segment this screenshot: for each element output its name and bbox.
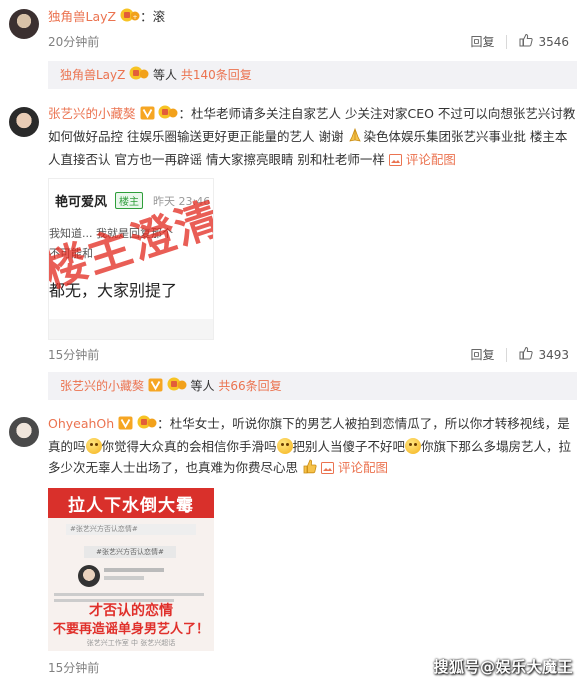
image-search-bar: #张艺兴方否认恋情# — [66, 524, 196, 535]
image-user-name: 艳可爱风 — [55, 195, 108, 210]
image-headline-1: 才否认的恋情 — [89, 603, 173, 619]
comment-body: OhyeahOh ：杜华女士，听说你旗下的男艺人被拍到恋情瓜了，所以你才转移视线… — [48, 413, 576, 480]
image-avatar — [78, 565, 100, 587]
image-footer-text: 张艺兴工作室 中 张艺兴超话 — [86, 639, 176, 647]
praying-hands-emoji-icon — [347, 127, 363, 149]
separator: ： — [140, 9, 153, 24]
separator: ： — [178, 106, 191, 121]
comment-body: 张艺兴的小藏獒 ：杜华老师请多关注自家艺人 少关注对家CEO 不过可以向想张艺兴… — [48, 103, 576, 172]
doubt-emoji-icon — [405, 438, 422, 454]
fan-badge-icon — [137, 414, 157, 436]
comment-picture-link[interactable]: 评论配图 — [406, 152, 456, 167]
username[interactable]: 张艺兴的小藏獒 — [48, 106, 136, 121]
picture-icon[interactable] — [320, 459, 334, 480]
avatar[interactable] — [9, 417, 39, 447]
comment-image[interactable]: 拉人下水倒大霉 #张艺兴方否认恋情# #张艺兴方否认恋情# 才否认的恋情 不要再… — [48, 488, 214, 651]
timestamp: 15分钟前 — [48, 661, 100, 675]
doubt-emoji-icon — [85, 438, 102, 454]
image-placeholder-line — [104, 576, 144, 580]
verified-v-icon — [118, 415, 133, 436]
thread-username[interactable]: 张艺兴的小藏獒 — [60, 379, 144, 393]
thread-username[interactable]: 独角兽LayZ — [60, 68, 125, 82]
comment-actions: 回复 3546 — [470, 33, 569, 50]
reply-thread-bar[interactable]: 张艺兴的小藏獒 等人 共66条回复 — [48, 372, 577, 400]
reply-button[interactable]: 回复 — [470, 346, 494, 363]
doubt-emoji-icon — [276, 438, 293, 454]
comment-text: 你觉得大众真的会相信你手滑吗 — [101, 439, 277, 454]
divider — [506, 34, 508, 49]
comment-image[interactable]: 艳可爱风 楼主 昨天 23:46 我知道... 我就是回复那个 不可能和 都无，… — [48, 178, 214, 340]
like-icon[interactable] — [519, 33, 534, 50]
verified-v-icon — [148, 374, 163, 402]
divider — [506, 347, 508, 362]
comment-text: 滚 — [152, 9, 166, 24]
image-banner-text: 拉人下水倒大霉 — [68, 496, 194, 516]
image-subtag: #张艺兴方否认恋情# — [84, 546, 176, 558]
comment-text: 把别人当傻子不好吧 — [292, 439, 406, 454]
fan-badge-icon — [167, 374, 187, 402]
thread-count[interactable]: 共140条回复 — [181, 68, 252, 82]
timestamp: 20分钟前 — [48, 35, 100, 49]
image-placeholder-line — [104, 568, 164, 572]
fan-badge-icon — [129, 63, 149, 91]
like-count: 3493 — [538, 347, 569, 362]
like-icon[interactable] — [519, 346, 534, 363]
thread-count[interactable]: 共66条回复 — [218, 379, 281, 393]
comment-picture-link[interactable]: 评论配图 — [338, 460, 388, 475]
comment-actions: 回复 3493 — [470, 346, 569, 363]
avatar[interactable] — [9, 9, 39, 39]
image-placeholder-line — [54, 593, 204, 596]
verified-v-icon — [140, 105, 155, 126]
thumbs-up-emoji-icon — [302, 458, 317, 480]
picture-icon[interactable] — [388, 151, 402, 172]
fan-badge-icon — [158, 104, 178, 126]
timestamp: 15分钟前 — [48, 348, 100, 362]
comment-body: 独角兽LayZ + ：滚 — [48, 6, 576, 29]
fan-badge-icon: + — [120, 7, 140, 29]
thread-middle: 等人 — [149, 68, 181, 82]
like-count: 3546 — [538, 34, 569, 49]
thread-middle: 等人 — [186, 379, 219, 393]
image-footer — [49, 319, 213, 339]
reply-thread-bar[interactable]: 独角兽LayZ 等人 共140条回复 — [48, 61, 577, 89]
image-headline-2: 不要再造谣单身男艺人了！ — [52, 622, 209, 637]
username[interactable]: 独角兽LayZ — [48, 9, 116, 24]
separator: ： — [157, 416, 170, 431]
reply-button[interactable]: 回复 — [470, 33, 494, 50]
username[interactable]: OhyeahOh — [48, 416, 114, 431]
watermark: 搜狐号@娱乐大魔王 — [433, 658, 573, 676]
avatar[interactable] — [9, 107, 39, 137]
svg-text:+: + — [133, 14, 138, 21]
